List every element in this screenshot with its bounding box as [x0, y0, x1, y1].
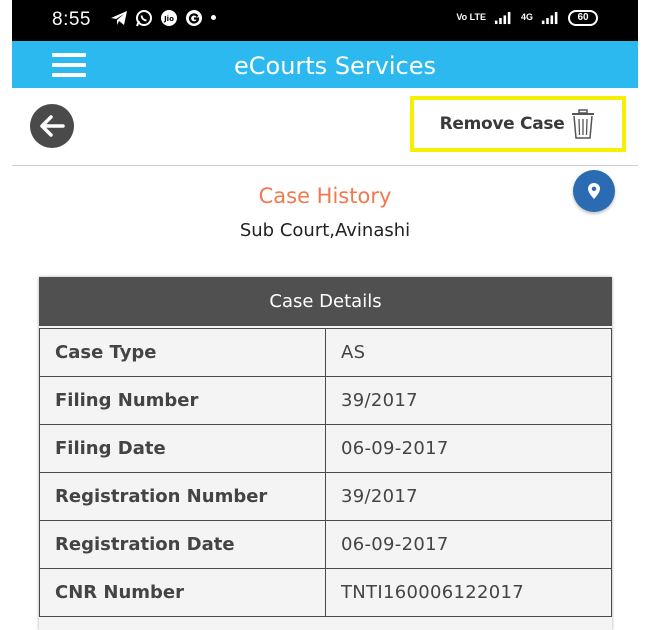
signal-icon — [494, 8, 513, 27]
remove-case-label: Remove Case — [439, 114, 565, 134]
table-row: Filing Number 39/2017 — [39, 376, 612, 425]
table-row: Case Type AS — [39, 328, 612, 377]
4g-label: 4G — [520, 12, 533, 22]
page-title: Case History — [258, 184, 392, 208]
status-time: 8:55 — [52, 9, 91, 30]
table-row: CNR Number TNTI160006122017 — [39, 568, 612, 617]
row-label: Case Type — [39, 328, 326, 377]
trash-icon — [572, 109, 595, 139]
case-details-table: Case Type AS Filing Number 39/2017 Filin… — [39, 328, 612, 617]
case-details-header: Case Details — [39, 277, 612, 326]
more-notifications-dot — [211, 15, 216, 20]
arrow-left-icon — [40, 115, 65, 137]
row-value: 39/2017 — [325, 376, 612, 425]
volte-label: Vo LTE — [456, 12, 486, 22]
row-value: 06-09-2017 — [325, 520, 612, 569]
app-bar: eCourts Services — [12, 41, 638, 88]
table-row: Registration Date 06-09-2017 — [39, 520, 612, 569]
row-value: 39/2017 — [325, 472, 612, 521]
case-content: Case History Sub Court,Avinashi Case Det… — [12, 167, 638, 630]
app-title: eCourts Services — [233, 52, 437, 80]
row-value: 06-09-2017 — [325, 424, 612, 473]
row-label: Filing Date — [39, 424, 326, 473]
signal-icon-2 — [541, 8, 560, 27]
case-toolbar: Remove Case — [12, 88, 638, 166]
telegram-icon — [109, 8, 128, 27]
battery-icon: 60 — [568, 9, 598, 26]
jio-icon: Jio — [159, 8, 178, 27]
row-label: Filing Number — [39, 376, 326, 425]
table-row: Filing Date 06-09-2017 — [39, 424, 612, 473]
screen-frame: 8:55 Jio Vo LTE 4G 60 eCourts Services R… — [0, 0, 649, 630]
svg-text:Jio: Jio — [163, 15, 174, 23]
row-value: TNTI160006122017 — [325, 568, 612, 617]
back-button[interactable] — [30, 104, 74, 148]
row-label: Registration Number — [39, 472, 326, 521]
google-icon — [184, 8, 203, 27]
court-name: Sub Court,Avinashi — [239, 220, 411, 241]
remove-case-button[interactable]: Remove Case — [410, 96, 626, 152]
row-value: AS — [325, 328, 612, 377]
case-details-card: Case Details Case Type AS Filing Number … — [39, 277, 612, 630]
location-button[interactable] — [573, 170, 615, 212]
system-icons: Vo LTE 4G 60 — [456, 8, 598, 27]
map-pin-icon — [588, 183, 600, 199]
whatsapp-icon — [134, 8, 153, 27]
table-row: Registration Number 39/2017 — [39, 472, 612, 521]
row-label: Registration Date — [39, 520, 326, 569]
row-label: CNR Number — [39, 568, 326, 617]
notification-icons: Jio — [109, 8, 216, 27]
status-bar: 8:55 Jio Vo LTE 4G 60 — [12, 0, 638, 41]
phone-screen: 8:55 Jio Vo LTE 4G 60 eCourts Services R… — [12, 0, 638, 630]
